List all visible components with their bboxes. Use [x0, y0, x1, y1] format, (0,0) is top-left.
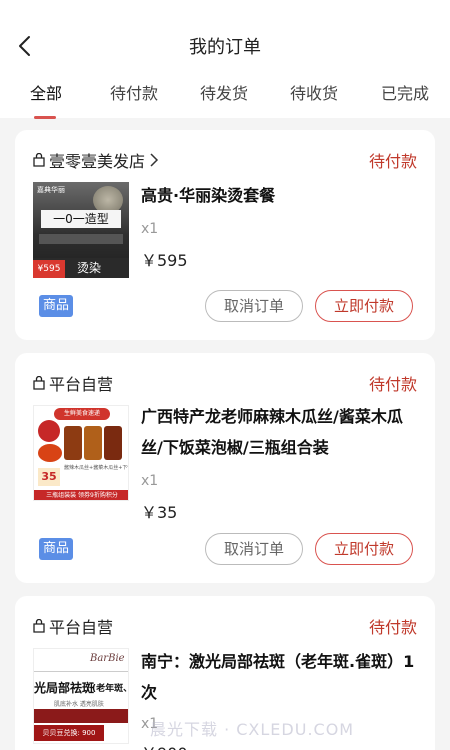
image-brand-text: 嘉典华丽 [37, 186, 65, 194]
tab-pending-shipment[interactable]: 待发货 [200, 80, 248, 104]
cancel-order-button[interactable]: 取消订单 [205, 290, 303, 322]
store-name: 壹零壹美发店 [49, 152, 146, 171]
cancel-order-button[interactable]: 取消订单 [205, 533, 303, 565]
order-status: 待付款 [368, 152, 417, 171]
order-status: 待付款 [368, 618, 417, 637]
product-quantity: x1 [141, 221, 159, 237]
page-title: 我的订单 [189, 37, 261, 58]
shop-bag-icon [33, 619, 45, 633]
image-sign-text: 一0一造型 [41, 210, 121, 228]
tab-completed[interactable]: 已完成 [381, 80, 429, 104]
image-price-badge: ¥595 [33, 260, 65, 278]
product-name[interactable]: 高贵·华丽染烫套餐 [141, 180, 417, 211]
image-price-text: 35 [38, 468, 60, 486]
product-name[interactable]: 南宁：激光局部祛斑（老年斑.雀斑）1次 [141, 646, 421, 708]
shop-bag-icon [33, 376, 45, 390]
watermark-text: 晨光下载 · CXLEDU.COM [150, 720, 355, 739]
product-price: ￥900 [141, 740, 188, 750]
tab-pending-receipt[interactable]: 待收货 [290, 80, 338, 104]
order-status: 待付款 [368, 375, 417, 394]
store-link[interactable]: 壹零壹美发店 [33, 148, 159, 172]
image-subtitle: 酱辣木瓜丝+酱菜木瓜丝+下饭菜泡椒 [64, 465, 128, 471]
order-card[interactable]: 平台自营 待付款 生鲜美食速递 酱辣木瓜丝+酱菜木瓜丝+下饭菜泡椒 35 三瓶组… [15, 353, 435, 583]
image-bottom-banner: 三瓶组装装 领券9折购积分 [34, 490, 128, 500]
product-price: ￥595 [141, 251, 188, 270]
product-type-tag: 商品 [39, 295, 74, 317]
product-image[interactable]: 嘉典华丽 一0一造型 ¥595 烫染 [33, 182, 129, 278]
store-label: 平台自营 [33, 371, 113, 395]
pay-now-button[interactable]: 立即付款 [315, 290, 413, 322]
pay-now-button[interactable]: 立即付款 [315, 533, 413, 565]
image-headline-tail: (老年斑、 [92, 684, 129, 694]
store-name: 平台自营 [49, 618, 114, 637]
image-headline: 光局部祛斑 [34, 681, 95, 695]
product-type-tag: 商品 [39, 538, 74, 560]
product-image[interactable]: BarBie 光局部祛斑 (老年斑、 肌底补水 透亮肌肤 贝贝豆兑换: 900 [33, 648, 129, 744]
product-image[interactable]: 生鲜美食速递 酱辣木瓜丝+酱菜木瓜丝+下饭菜泡椒 35 三瓶组装装 领券9折购积… [33, 405, 129, 501]
store-label: 平台自营 [33, 614, 113, 638]
order-tabs: 全部 待付款 待发货 待收货 已完成 [0, 80, 450, 119]
store-name: 平台自营 [49, 375, 114, 394]
image-brand-text: BarBie [90, 653, 125, 664]
active-tab-indicator [34, 116, 56, 119]
image-service-text: 烫染 [77, 261, 102, 275]
product-name[interactable]: 广西特产龙老师麻辣木瓜丝/酱菜木瓜丝/下饭菜泡椒/三瓶组合装 [141, 401, 417, 463]
tab-all[interactable]: 全部 [30, 80, 62, 104]
product-price: ￥35 [141, 503, 178, 522]
shop-bag-icon [33, 153, 45, 167]
tab-pending-payment[interactable]: 待付款 [110, 80, 158, 104]
app-header: 我的订单 全部 待付款 待发货 待收货 已完成 [0, 0, 450, 119]
product-quantity: x1 [141, 473, 159, 489]
order-card[interactable]: 壹零壹美发店 待付款 嘉典华丽 一0一造型 ¥595 烫染 高贵·华丽染烫套餐 … [15, 130, 435, 340]
chevron-right-icon [150, 153, 159, 167]
image-price-text: 贝贝豆兑换: 900 [34, 725, 104, 741]
image-subtitle: 肌底补水 透亮肌肤 [54, 701, 104, 708]
image-top-banner: 生鲜美食速递 [54, 408, 110, 420]
